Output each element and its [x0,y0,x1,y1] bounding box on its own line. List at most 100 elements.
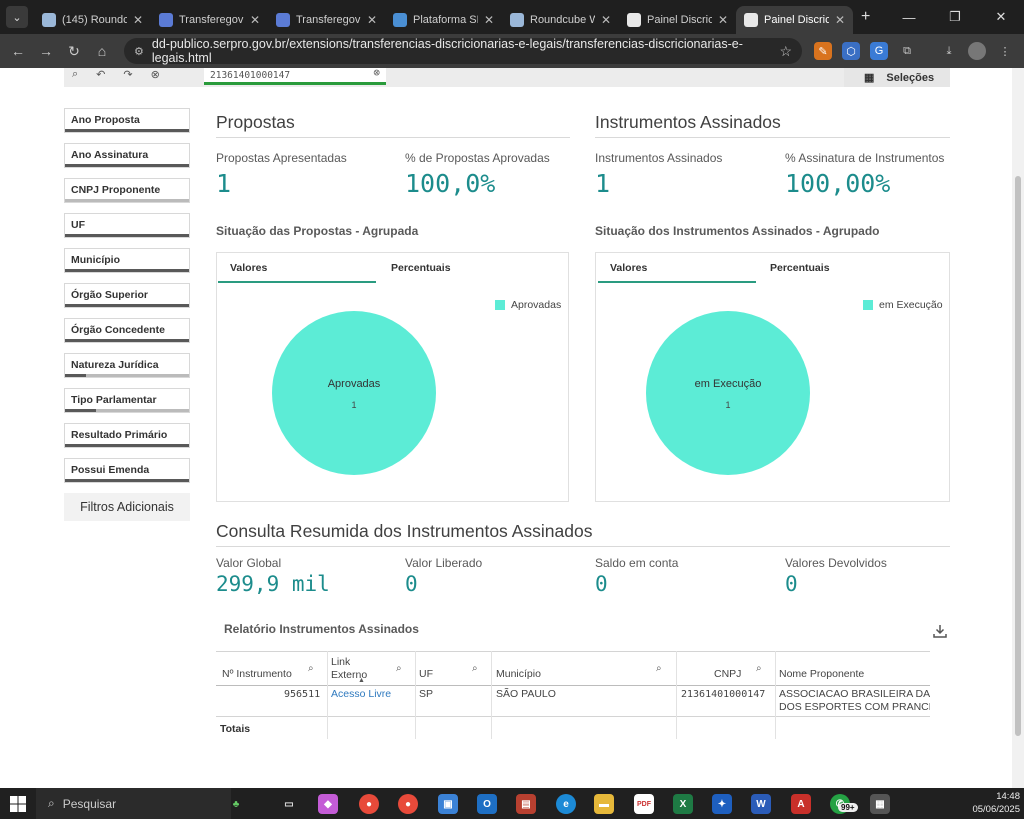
browser-tab[interactable]: Painel Discric ✕ [619,6,736,34]
system-clock[interactable]: 14:48 05/06/2025 [972,790,1020,816]
back-icon[interactable]: ← [4,43,32,59]
menu-kebab-icon[interactable]: ⋮ [996,42,1014,60]
table-border [216,651,930,652]
close-tab-icon[interactable]: ✕ [250,13,260,27]
search-icon[interactable]: ⌕ [308,663,314,674]
header-link-line1[interactable]: Link [331,656,350,668]
filter-pane[interactable]: Município [64,248,190,273]
close-tab-icon[interactable]: ✕ [367,13,377,27]
file-explorer-icon[interactable]: ▬ [594,794,614,814]
clear-selections-icon[interactable]: ⊗ [151,68,160,81]
header-proponente[interactable]: Nome Proponente [779,668,864,680]
copilot-icon[interactable]: ◆ [318,794,338,814]
filter-pane[interactable]: Órgão Superior [64,283,190,308]
filter-pane[interactable]: CNPJ Proponente [64,178,190,203]
edge-icon[interactable]: e [556,794,576,814]
extension-key-icon[interactable]: ✎ [814,42,832,60]
profile-avatar[interactable] [968,42,986,60]
browser-tab[interactable]: Transferegov ✕ [151,6,268,34]
header-uf[interactable]: UF [419,668,433,680]
browser-tab[interactable]: Transferegov ✕ [268,6,385,34]
chart-legend[interactable]: em Execução [863,299,943,311]
search-icon[interactable]: ⌕ [756,663,762,674]
remove-selection-icon[interactable]: ⊗ [373,68,380,79]
close-window-icon[interactable]: ✕ [978,0,1024,34]
store-icon[interactable]: ▣ [438,794,458,814]
selections-toggle[interactable]: ▦ Seleções [844,68,950,87]
browser-tab[interactable]: (145) Roundcu ✕ [34,6,151,34]
restore-icon[interactable]: ❐ [932,0,978,34]
pin-app-icon[interactable]: ✦ [712,794,732,814]
cell-link-acesso-livre[interactable]: Acesso Livre [331,688,391,700]
reload-icon[interactable]: ↻ [60,43,88,60]
close-tab-icon[interactable]: ✕ [484,13,494,27]
plant-widget-icon[interactable]: ♣ [226,794,246,814]
close-tab-icon[interactable]: ✕ [133,13,143,27]
header-cnpj[interactable]: CNPJ [714,668,741,680]
minimize-icon[interactable]: — [886,0,932,34]
filter-pane[interactable]: Natureza Jurídica [64,353,190,378]
chrome-active-icon[interactable]: ● [398,794,418,814]
browser-tab[interactable]: Painel Discric ✕ [736,6,853,34]
tab-percentuais[interactable]: Percentuais [391,253,451,283]
search-icon[interactable]: ⌕ [656,663,662,674]
selections-grid-icon: ▦ [864,72,875,84]
downloads-icon[interactable]: ⤓ [940,42,958,60]
filter-pane[interactable]: Ano Assinatura [64,143,190,168]
chrome-icon[interactable]: ● [359,794,379,814]
close-tab-icon[interactable]: ✕ [601,13,611,27]
step-forward-icon[interactable]: ↷ [123,68,132,81]
header-municipio[interactable]: Município [496,668,541,680]
pie-slice[interactable] [646,311,810,475]
pdf-icon[interactable]: PDF [634,794,654,814]
site-info-icon[interactable]: ⚙ [134,45,144,58]
translate-icon[interactable]: G [870,42,888,60]
step-back-icon[interactable]: ↶ [96,68,105,81]
new-tab-button[interactable]: + [861,8,870,26]
taskbar-search[interactable]: ⌕ Pesquisar [36,788,231,819]
filter-pane[interactable]: Tipo Parlamentar [64,388,190,413]
scrollbar-thumb[interactable] [1015,176,1021,736]
tab-percentuais[interactable]: Percentuais [770,253,830,283]
tab-search-icon[interactable]: ⌄ [6,6,28,28]
search-icon[interactable]: ⌕ [396,663,402,674]
browser-tab[interactable]: Roundcube W ✕ [502,6,619,34]
filter-pane[interactable]: UF [64,213,190,238]
tab-valores[interactable]: Valores [597,253,758,283]
panel-icon [627,13,641,27]
calculator-icon[interactable]: ▦ [870,794,890,814]
acrobat-icon[interactable]: A [791,794,811,814]
sort-asc-icon[interactable]: ▲ [358,677,365,684]
bookmark-star-icon[interactable]: ☆ [779,43,792,60]
filter-pane[interactable]: Órgão Concedente [64,318,190,343]
forward-icon[interactable]: → [32,43,60,59]
download-icon[interactable] [932,623,948,639]
home-icon[interactable]: ⌂ [88,43,116,59]
filter-pane[interactable]: Resultado Primário [64,423,190,448]
browser-tab[interactable]: Plataforma SE ✕ [385,6,502,34]
address-bar[interactable]: ⚙ dd-publico.serpro.gov.br/extensions/tr… [124,37,802,65]
filter-state-fill [65,374,87,377]
extension-puzzle-icon[interactable]: ⬡ [842,42,860,60]
archive-icon[interactable]: ▤ [516,794,536,814]
task-view-icon[interactable]: ▭ [279,794,299,814]
additional-filters-button[interactable]: Filtros Adicionais [64,493,190,521]
tab-valores[interactable]: Valores [217,253,378,283]
pie-slice[interactable] [272,311,436,475]
filter-pane[interactable]: Possui Emenda [64,458,190,483]
close-tab-icon[interactable]: ✕ [835,13,845,27]
excel-icon[interactable]: X [673,794,693,814]
transferegov-icon [276,13,290,27]
word-icon[interactable]: W [751,794,771,814]
extensions-icon[interactable]: ⧉ [898,42,916,60]
page-scrollbar[interactable] [1012,68,1024,788]
filter-pane[interactable]: Ano Proposta [64,108,190,133]
search-icon[interactable]: ⌕ [472,663,478,674]
close-tab-icon[interactable]: ✕ [718,13,728,27]
header-instrumento[interactable]: Nº Instrumento [222,668,292,680]
selection-chip[interactable]: 21361401000147 ⊗ [204,68,386,85]
smart-search-icon[interactable]: ⌕ [72,68,78,81]
outlook-icon[interactable]: O [477,794,497,814]
chart-legend[interactable]: Aprovadas [495,299,561,311]
start-button[interactable] [0,795,36,812]
